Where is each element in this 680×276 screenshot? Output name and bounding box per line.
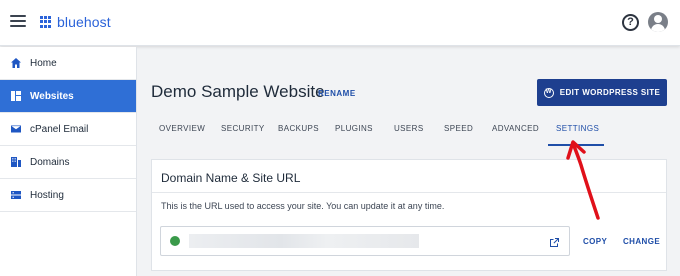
tab-overview[interactable]: OVERVIEW bbox=[159, 124, 205, 133]
sidebar-item-label: cPanel Email bbox=[30, 123, 89, 135]
card-title: Domain Name & Site URL bbox=[161, 171, 301, 185]
site-url-field[interactable] bbox=[160, 226, 570, 256]
help-icon[interactable]: ? bbox=[622, 14, 639, 31]
card-divider bbox=[152, 192, 666, 193]
sidebar-item-hosting[interactable]: Hosting bbox=[0, 179, 136, 212]
menu-icon[interactable] bbox=[10, 15, 26, 29]
brand-name: bluehost bbox=[57, 14, 111, 30]
change-button[interactable]: CHANGE bbox=[623, 237, 660, 246]
edit-wordpress-site-label: EDIT WORDPRESS SITE bbox=[559, 88, 661, 97]
sidebar-item-websites[interactable]: Websites bbox=[0, 80, 136, 113]
rename-link[interactable]: RENAME bbox=[318, 89, 356, 98]
tab-advanced[interactable]: ADVANCED bbox=[492, 124, 539, 133]
globe-icon bbox=[170, 236, 180, 246]
card-description: This is the URL used to access your site… bbox=[161, 201, 445, 211]
tab-users[interactable]: USERS bbox=[394, 124, 424, 133]
domain-name-card: Domain Name & Site URL This is the URL u… bbox=[151, 159, 667, 271]
logo-grid-icon bbox=[40, 16, 52, 28]
domains-icon bbox=[10, 156, 22, 168]
home-icon bbox=[10, 57, 22, 69]
sidebar: Home Websites cPanel Email Domains Hosti… bbox=[0, 47, 137, 276]
sidebar-item-label: Websites bbox=[30, 90, 74, 102]
email-icon bbox=[10, 123, 22, 135]
wordpress-icon: W bbox=[543, 87, 554, 98]
tab-plugins[interactable]: PLUGINS bbox=[335, 124, 373, 133]
top-bar: bluehost ? bbox=[0, 0, 680, 46]
tab-backups[interactable]: BACKUPS bbox=[278, 124, 319, 133]
bluehost-logo[interactable]: bluehost bbox=[40, 14, 111, 30]
active-tab-indicator bbox=[548, 144, 604, 146]
sidebar-item-label: Home bbox=[30, 57, 57, 69]
user-avatar-icon[interactable] bbox=[648, 12, 668, 32]
sidebar-item-label: Domains bbox=[30, 156, 70, 168]
tab-settings[interactable]: SETTINGS bbox=[556, 124, 599, 133]
copy-button[interactable]: COPY bbox=[583, 237, 607, 246]
page-title: Demo Sample Website bbox=[151, 82, 325, 101]
external-link-icon[interactable] bbox=[549, 235, 560, 247]
hosting-icon bbox=[10, 189, 22, 201]
websites-icon bbox=[10, 90, 22, 102]
sidebar-item-label: Hosting bbox=[30, 189, 64, 201]
sidebar-item-home[interactable]: Home bbox=[0, 47, 136, 80]
tab-security[interactable]: SECURITY bbox=[221, 124, 265, 133]
tab-speed[interactable]: SPEED bbox=[444, 124, 473, 133]
edit-wordpress-site-button[interactable]: W EDIT WORDPRESS SITE bbox=[537, 79, 667, 106]
blurred-url bbox=[189, 234, 419, 248]
sidebar-item-cpanel-email[interactable]: cPanel Email bbox=[0, 113, 136, 146]
sidebar-item-domains[interactable]: Domains bbox=[0, 146, 136, 179]
